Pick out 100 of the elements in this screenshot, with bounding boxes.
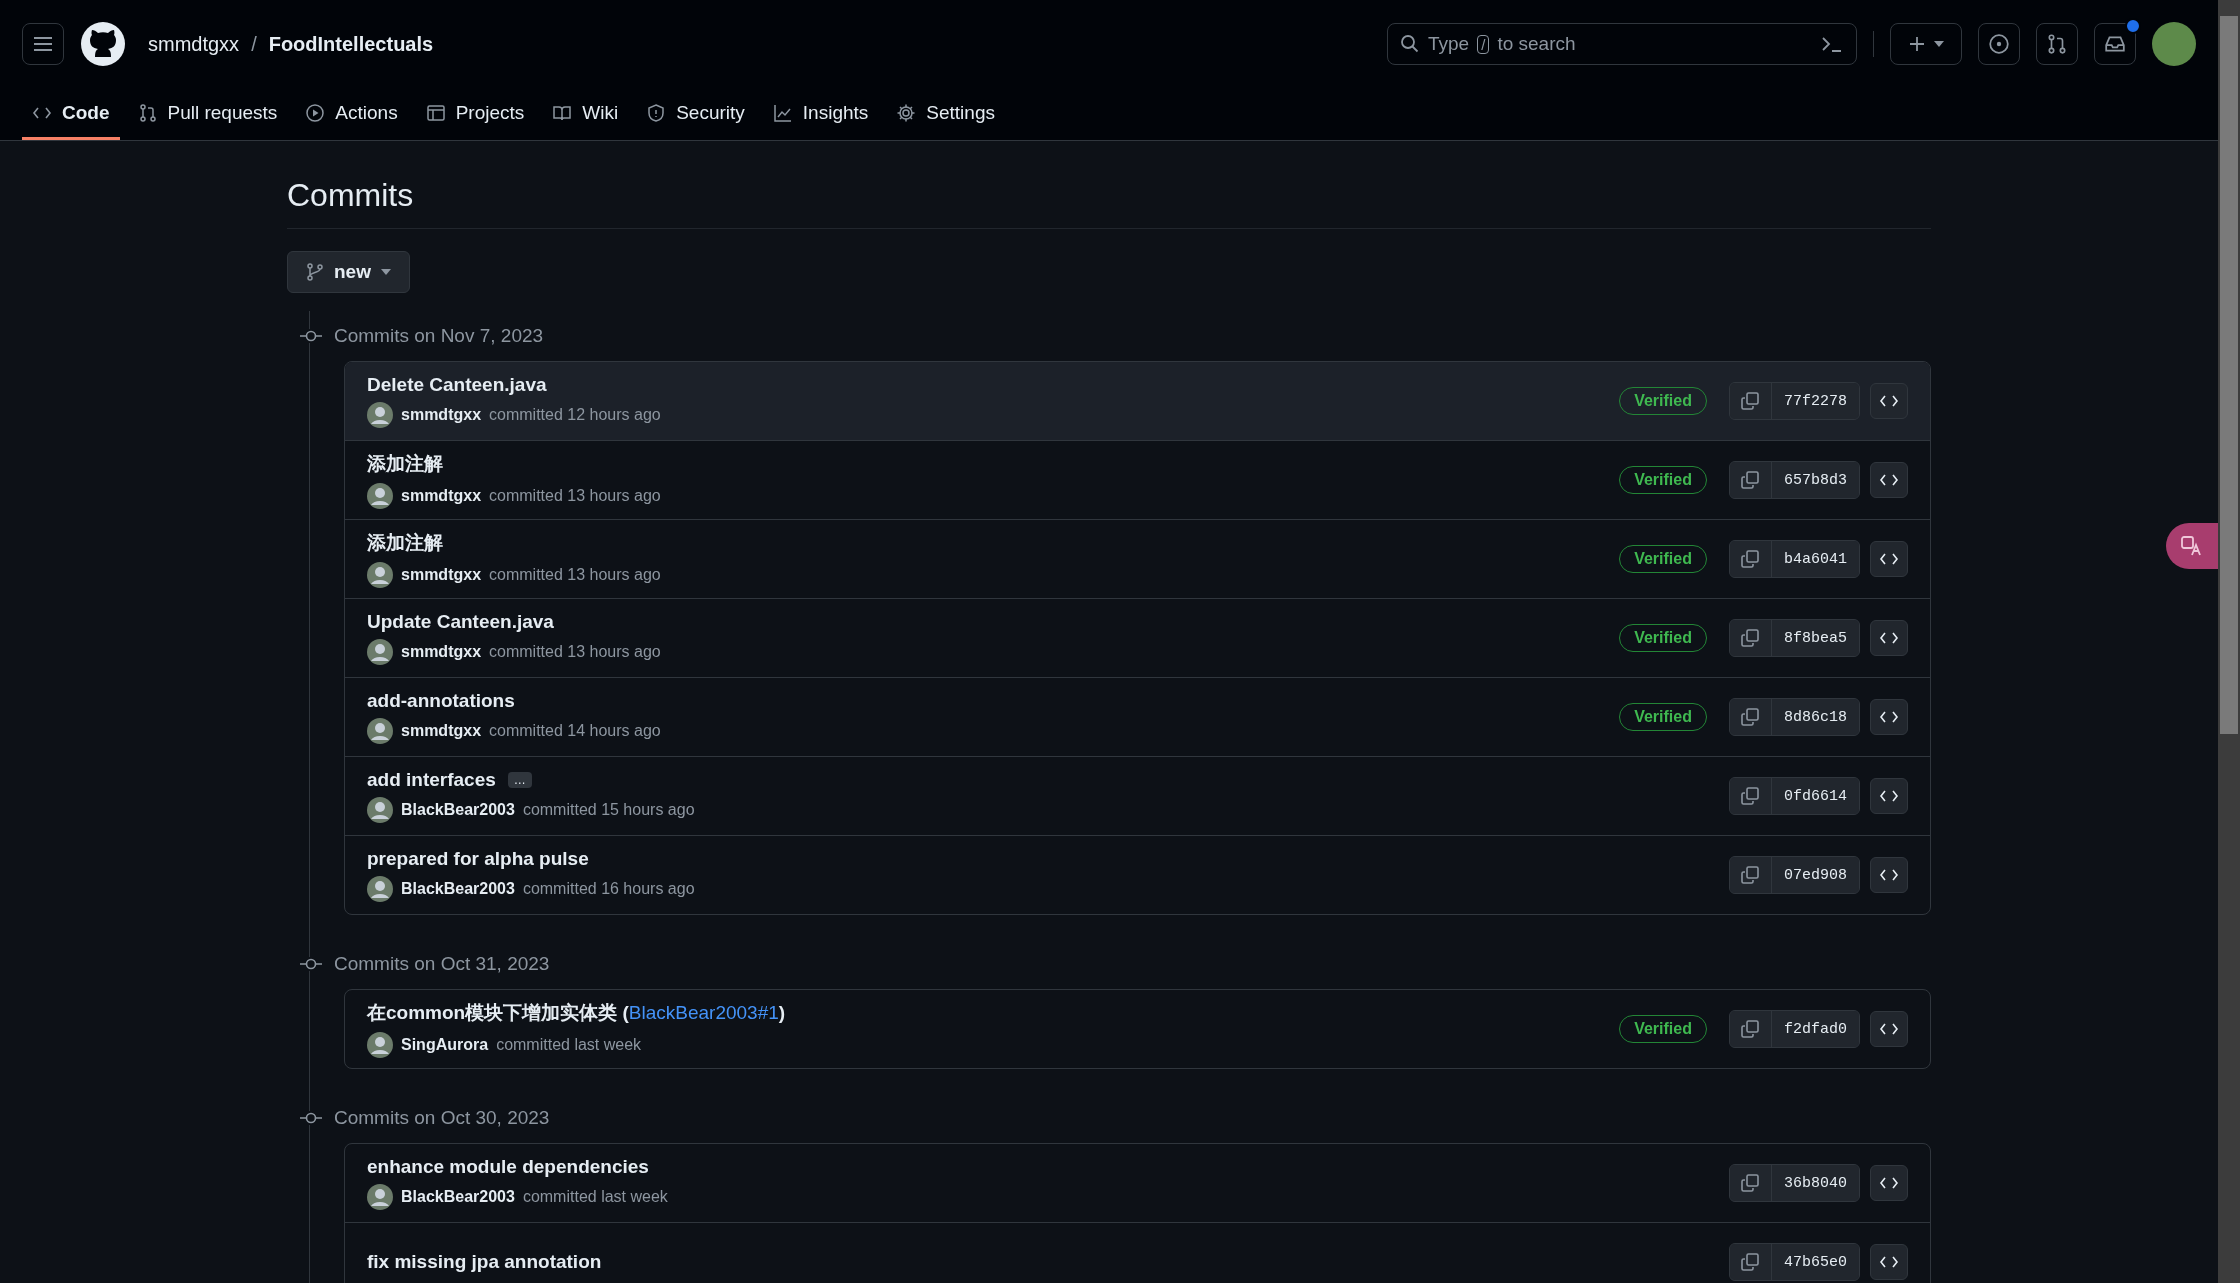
repo-tab[interactable]: Insights <box>762 88 879 140</box>
menu-button[interactable] <box>22 23 64 65</box>
scrollbar-thumb[interactable] <box>2220 16 2238 734</box>
avatar <box>367 562 393 588</box>
logo-icon[interactable] <box>80 21 126 67</box>
avatar <box>367 483 393 509</box>
copy-button[interactable] <box>1730 1165 1772 1201</box>
table-icon <box>425 102 446 123</box>
copy-button[interactable] <box>1730 1011 1772 1047</box>
pull-requests-button[interactable] <box>2036 23 2078 65</box>
owner-link[interactable]: smmdtgxx <box>148 32 240 56</box>
repo-tab[interactable]: Code <box>22 88 120 140</box>
browse-code-button[interactable] <box>1870 462 1908 498</box>
play-icon <box>305 102 326 123</box>
repo-tab[interactable]: Pull requests <box>127 88 288 140</box>
search-icon <box>1400 34 1420 54</box>
copy-button[interactable] <box>1730 383 1772 419</box>
pull-request-link[interactable]: BlackBear2003#1 <box>628 1002 779 1023</box>
browse-code-button[interactable] <box>1870 778 1908 814</box>
copy-button[interactable] <box>1730 462 1772 498</box>
commit-message[interactable]: 添加注解 <box>367 530 443 556</box>
copy-icon <box>1740 470 1761 490</box>
scrollbar[interactable] <box>2218 0 2240 1283</box>
browse-code-button[interactable] <box>1870 857 1908 893</box>
search-placeholder: to search <box>1497 33 1576 55</box>
search-placeholder: Type <box>1428 33 1470 55</box>
avatar <box>367 1184 393 1210</box>
commit-message[interactable]: fix missing jpa annotation <box>367 1251 602 1273</box>
date-heading: Commits on Oct 31, 2023 <box>334 953 550 975</box>
commit-message[interactable]: add-annotations <box>367 690 515 712</box>
author-name[interactable]: SingAurora <box>401 1036 489 1054</box>
commit-message[interactable]: Update Canteen.java <box>367 611 554 633</box>
repo-tab[interactable]: Projects <box>415 88 535 140</box>
browse-code-button[interactable] <box>1870 1011 1908 1047</box>
commit-time: committed 12 hours ago <box>489 406 661 424</box>
graph-icon <box>772 102 793 123</box>
search-field[interactable]: Type / to search <box>1387 23 1857 65</box>
copy-button[interactable] <box>1730 857 1772 893</box>
copy-button[interactable] <box>1730 1244 1772 1280</box>
issue-icon <box>1988 33 2010 55</box>
copy-icon <box>1740 628 1761 648</box>
settings-icon <box>896 102 917 123</box>
repository-link[interactable]: FoodIntellectuals <box>268 32 434 56</box>
author-name[interactable]: smmdtgxx <box>401 487 482 505</box>
caret-icon <box>1934 41 1944 47</box>
browse-code-button[interactable] <box>1870 620 1908 656</box>
author-name[interactable]: smmdtgxx <box>401 566 482 584</box>
avatar <box>367 639 393 665</box>
copy-button[interactable] <box>1730 699 1772 735</box>
commit-message[interactable]: 添加注解 <box>367 451 443 477</box>
date-heading: Commits on Oct 30, 2023 <box>334 1107 550 1129</box>
copy-icon <box>1740 865 1761 885</box>
translate-icon <box>2180 534 2204 558</box>
commit-time: committed last week <box>496 1036 642 1054</box>
repo-tab[interactable]: Actions <box>295 88 408 140</box>
avatar <box>367 718 393 744</box>
repo-tab[interactable]: Wiki <box>542 88 629 140</box>
pull-request-icon <box>2046 33 2068 55</box>
author-name[interactable]: smmdtgxx <box>401 643 482 661</box>
copy-icon <box>1740 786 1761 806</box>
commit-time: committed 14 hours ago <box>489 722 661 740</box>
browse-code-button[interactable] <box>1870 541 1908 577</box>
browse-code-button[interactable] <box>1870 1244 1908 1280</box>
branch-selector[interactable]: new <box>287 251 410 293</box>
user-avatar[interactable] <box>2152 22 2196 66</box>
copy-icon <box>1740 1019 1761 1039</box>
author-name[interactable]: BlackBear2003 <box>401 880 515 898</box>
page-title: Commits <box>287 177 1931 229</box>
browse-code-button[interactable] <box>1870 383 1908 419</box>
author-name[interactable]: BlackBear2003 <box>401 801 515 819</box>
repo-tab[interactable]: Security <box>636 88 755 140</box>
command-palette-icon[interactable] <box>1820 34 1844 54</box>
commit-message[interactable]: Delete Canteen.java <box>367 374 547 396</box>
commit-message[interactable]: enhance module dependencies <box>367 1156 649 1178</box>
copy-button[interactable] <box>1730 541 1772 577</box>
copy-button[interactable] <box>1730 778 1772 814</box>
issues-button[interactable] <box>1978 23 2020 65</box>
caret-icon <box>380 269 391 275</box>
author-name[interactable]: BlackBear2003 <box>401 1188 515 1206</box>
translate-button[interactable] <box>2166 523 2218 569</box>
copy-icon <box>1740 1173 1761 1193</box>
branch-icon <box>306 262 324 282</box>
shortcut-key: / <box>1477 34 1490 54</box>
pull-request-icon <box>137 102 158 123</box>
avatar <box>367 797 393 823</box>
browse-code-button[interactable] <box>1870 699 1908 735</box>
avatar <box>367 402 393 428</box>
author-name[interactable]: smmdtgxx <box>401 722 482 740</box>
repo-tab[interactable]: Settings <box>886 88 1005 140</box>
avatar <box>367 1032 393 1058</box>
author-name[interactable]: smmdtgxx <box>401 406 482 424</box>
commit-message[interactable]: 在common模块下增加实体类 (BlackBear2003#1) <box>367 1000 786 1026</box>
commit-time: committed last week <box>522 1188 668 1206</box>
create-new-button[interactable] <box>1890 23 1962 65</box>
commit-message[interactable]: add interfaces <box>367 769 496 791</box>
commit-message[interactable]: prepared for alpha pulse <box>367 848 589 870</box>
copy-button[interactable] <box>1730 620 1772 656</box>
commit-time: committed 16 hours ago <box>522 880 695 898</box>
expand-button[interactable]: … <box>507 772 532 788</box>
browse-code-button[interactable] <box>1870 1165 1908 1201</box>
